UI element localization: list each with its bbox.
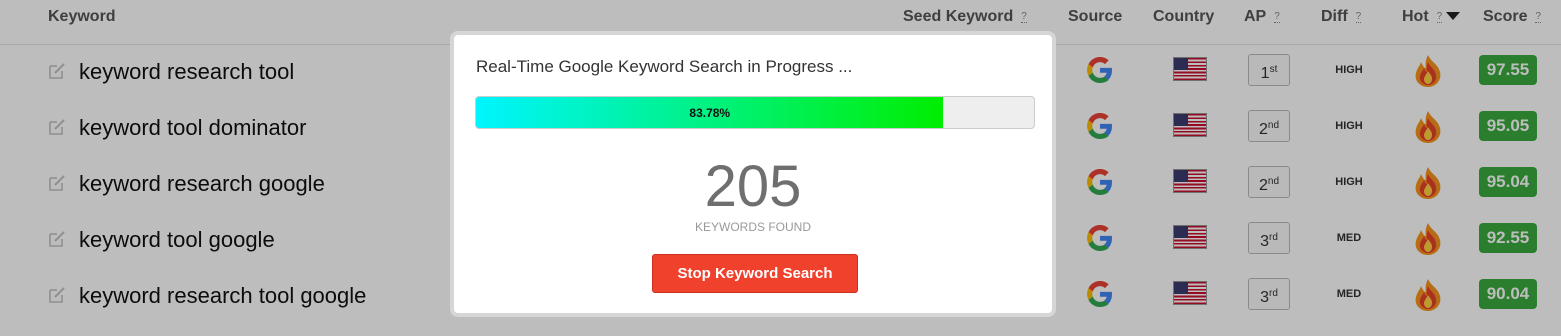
progress-bar: 83.78% bbox=[475, 96, 1035, 129]
modal-title: Real-Time Google Keyword Search in Progr… bbox=[476, 57, 853, 76]
search-progress-modal: Real-Time Google Keyword Search in Progr… bbox=[450, 31, 1056, 317]
stop-keyword-search-button[interactable]: Stop Keyword Search bbox=[652, 254, 858, 293]
progress-label: 83.78% bbox=[689, 105, 731, 120]
keywords-found-count: 205 bbox=[704, 154, 802, 219]
keywords-found-label: KEYWORDS FOUND bbox=[694, 220, 811, 234]
